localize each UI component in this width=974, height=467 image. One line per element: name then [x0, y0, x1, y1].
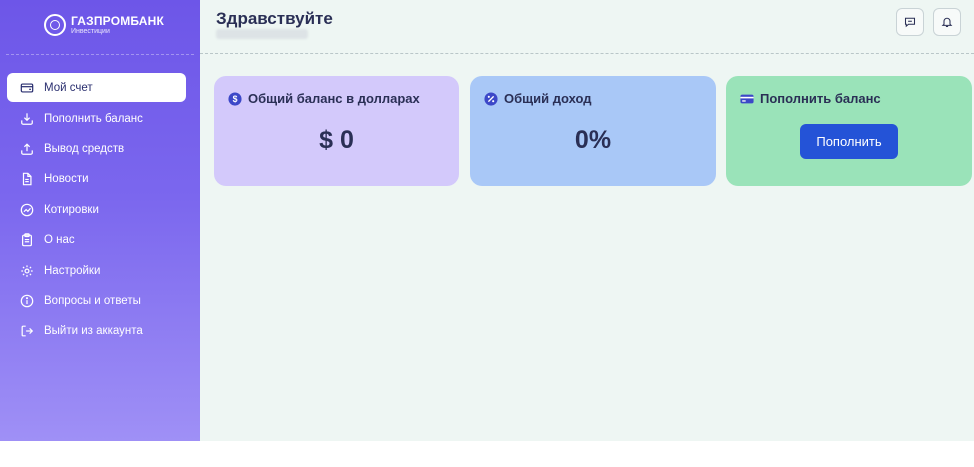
balance-value: $ 0	[319, 126, 354, 154]
deposit-icon	[19, 111, 34, 126]
svg-text:$: $	[233, 94, 238, 104]
header-divider	[200, 53, 974, 54]
brand-name: ГАЗПРОМБАНК	[71, 14, 165, 28]
logout-icon	[19, 324, 34, 339]
user-name-blurred	[216, 29, 308, 39]
sidebar-item-label: Новости	[44, 173, 89, 186]
wallet-icon	[19, 80, 34, 95]
sidebar-item-label: Настройки	[44, 264, 101, 277]
quotes-icon	[19, 202, 34, 217]
page-title: Здравствуйте	[216, 9, 333, 28]
sidebar-item-label: Вывод средств	[44, 142, 125, 155]
news-icon	[19, 172, 34, 187]
income-card: Общий доход 0%	[470, 76, 716, 186]
sidebar-item-news[interactable]: Новости	[7, 164, 186, 194]
dollar-icon: $	[228, 91, 242, 106]
clipboard-icon	[19, 233, 34, 248]
sidebar-item-logout[interactable]: Выйти из аккаунта	[7, 316, 186, 346]
sidebar-menu: Мой счет Пополнить баланс Вывод средств …	[7, 73, 186, 347]
sidebar-item-my-account[interactable]: Мой счет	[7, 73, 186, 102]
sidebar-item-deposit[interactable]: Пополнить баланс	[7, 104, 186, 134]
income-value: 0%	[574, 126, 612, 154]
sidebar-item-faq[interactable]: Вопросы и ответы	[7, 286, 186, 316]
percent-icon	[484, 91, 498, 106]
sidebar-item-label: О нас	[44, 234, 75, 247]
sidebar-item-withdraw[interactable]: Вывод средств	[7, 134, 186, 164]
app-window: ГАЗПРОМБАНК Инвестиции Мой счет Пополнит…	[0, 0, 974, 441]
messages-button[interactable]	[896, 8, 924, 36]
card-icon	[740, 92, 754, 106]
sidebar-item-settings[interactable]: Настройки	[7, 256, 186, 286]
sidebar: ГАЗПРОМБАНК Инвестиции Мой счет Пополнит…	[0, 0, 200, 441]
sidebar-item-label: Котировки	[44, 203, 99, 216]
withdraw-icon	[19, 141, 34, 156]
sidebar-item-label: Мой счет	[44, 81, 93, 94]
balance-card-title: Общий баланс в долларах	[248, 91, 420, 106]
brand-logo[interactable]: ГАЗПРОМБАНК Инвестиции	[44, 14, 164, 36]
notifications-button[interactable]	[933, 8, 961, 36]
sidebar-item-quotes[interactable]: Котировки	[7, 195, 186, 225]
topup-button[interactable]: Пополнить	[800, 124, 898, 159]
gear-icon	[19, 263, 34, 278]
sidebar-item-label: Пополнить баланс	[44, 112, 143, 125]
chat-icon	[904, 17, 916, 28]
sidebar-item-label: Вопросы и ответы	[44, 294, 141, 307]
bell-icon	[941, 17, 953, 28]
main-content: Здравствуйте $ Общий баланс в долларах $…	[200, 0, 974, 441]
topup-card: Пополнить баланс Пополнить	[726, 76, 972, 186]
info-icon	[19, 293, 34, 308]
income-card-title: Общий доход	[504, 91, 592, 106]
brand-subtitle: Инвестиции	[71, 28, 110, 35]
topup-card-title: Пополнить баланс	[760, 91, 881, 106]
balance-card: $ Общий баланс в долларах $ 0	[214, 76, 459, 186]
gazprombank-logo-icon	[44, 14, 66, 36]
sidebar-item-label: Выйти из аккаунта	[44, 325, 143, 338]
sidebar-item-about[interactable]: О нас	[7, 225, 186, 255]
sidebar-divider	[6, 54, 194, 55]
